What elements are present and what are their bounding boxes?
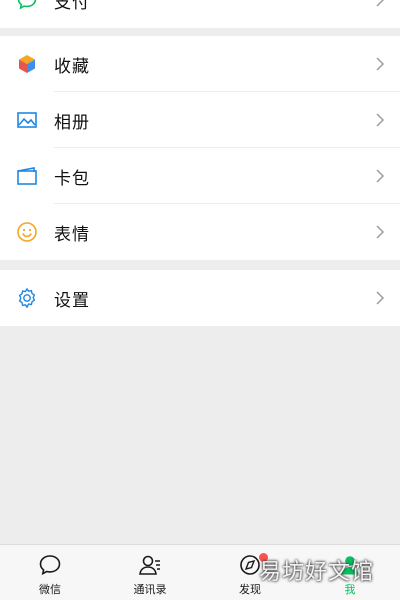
- tab-me[interactable]: 我: [300, 545, 400, 600]
- menu-item-label: 卡包: [54, 168, 90, 189]
- person-icon: [337, 553, 363, 577]
- menu-item-label: 收藏: [54, 56, 90, 77]
- menu-item-card-wallet[interactable]: 卡包: [0, 148, 400, 204]
- me-page: 支付 收藏 相册 卡包 表情 设置 微信 通讯录 发现 我 易坊好文馆: [0, 0, 400, 600]
- menu-item-label: 相册: [54, 112, 90, 133]
- tab-label: 通讯录: [133, 583, 167, 596]
- chevron-right-icon: [374, 112, 386, 128]
- chevron-right-icon: [374, 224, 386, 240]
- tab-label: 发现: [239, 583, 261, 596]
- menu-group-main: 收藏 相册 卡包 表情: [0, 36, 400, 260]
- chevron-right-icon: [374, 0, 386, 8]
- menu-group-settings: 设置: [0, 270, 400, 326]
- chat-bubble-icon: [16, 0, 38, 11]
- chevron-right-icon: [374, 168, 386, 184]
- menu-item-favorites[interactable]: 收藏: [0, 36, 400, 92]
- chat-bubble-icon: [37, 553, 63, 577]
- tab-discover[interactable]: 发现: [200, 545, 300, 600]
- menu-item-pay[interactable]: 支付: [0, 0, 400, 28]
- menu-item-label: 支付: [54, 0, 90, 13]
- wallet-icon: [16, 165, 38, 187]
- chevron-right-icon: [374, 290, 386, 306]
- tab-label: 我: [344, 583, 356, 596]
- chevron-right-icon: [374, 56, 386, 72]
- smiley-icon: [16, 221, 38, 243]
- image-icon: [16, 109, 38, 131]
- cube-icon: [16, 53, 38, 75]
- gear-icon: [16, 287, 38, 309]
- bottom-tab-bar: 微信 通讯录 发现 我: [0, 544, 400, 600]
- menu-group-top: 支付: [0, 0, 400, 28]
- menu-item-stickers[interactable]: 表情: [0, 204, 400, 260]
- tab-chats[interactable]: 微信: [0, 545, 100, 600]
- menu-item-label: 设置: [54, 290, 90, 311]
- menu-item-album[interactable]: 相册: [0, 92, 400, 148]
- notification-dot: [259, 553, 268, 562]
- contacts-icon: [137, 553, 163, 577]
- menu-item-settings[interactable]: 设置: [0, 270, 400, 326]
- tab-label: 微信: [39, 583, 61, 596]
- menu-item-label: 表情: [54, 224, 90, 245]
- tab-contacts[interactable]: 通讯录: [100, 545, 200, 600]
